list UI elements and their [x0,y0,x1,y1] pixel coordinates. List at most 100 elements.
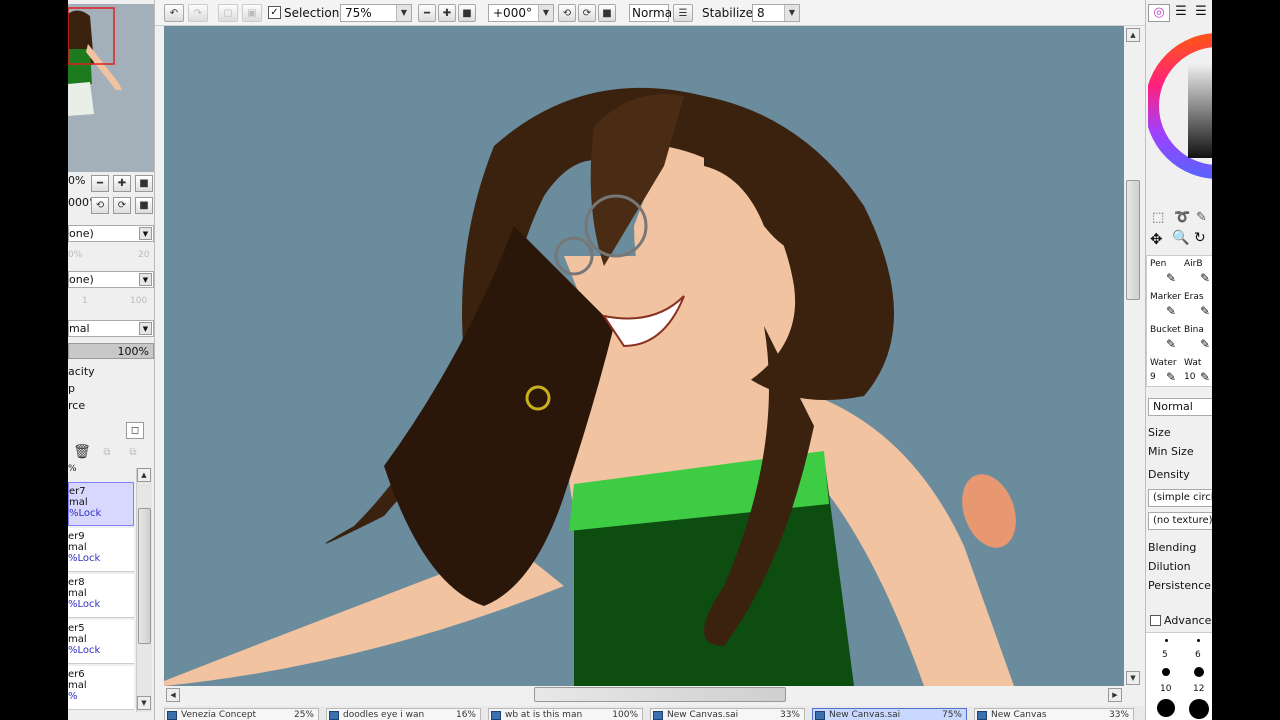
horizontal-scroll-thumb[interactable] [534,687,786,702]
preserve-opacity-option[interactable]: acity [68,365,95,378]
zoom-out-icon[interactable]: ━ [91,175,109,192]
canvas-horizontal-scrollbar[interactable]: ◀ ▶ [164,686,1141,704]
layer-lock: % [68,691,78,702]
navigator-preview[interactable] [68,4,154,172]
brush-size-palette[interactable]: 5 6 10 12 [1146,632,1212,720]
rotate-reset-icon[interactable]: ■ [598,4,616,22]
effect-select[interactable]: one) ▼ [68,271,154,288]
menu-icon[interactable]: ☰ [1192,4,1210,22]
rotate-left-icon[interactable]: ⟲ [558,4,576,22]
effect-width-field[interactable]: 1 [82,296,88,306]
brush-blend-select[interactable]: Normal [1148,398,1212,416]
layer-lock: %Lock [68,645,101,656]
layer-item[interactable]: er7 mal %Lock [68,482,134,526]
magic-wand-icon[interactable]: ✎ [1196,210,1207,225]
brush-tool[interactable]: Eras ✎ [1184,292,1212,324]
brush-tool[interactable]: Bina ✎ [1184,325,1212,357]
effect-strength-field[interactable]: 100 [130,296,147,306]
layer-item[interactable]: er5 mal %Lock [68,620,134,664]
brush-texture-select[interactable]: (no texture) [1148,512,1212,530]
rotate-reset-icon[interactable]: ■ [135,197,153,214]
brush-tool[interactable]: Pen ✎ [1150,259,1184,291]
zoom-icon[interactable]: 🔍 [1172,230,1189,246]
rotate-right-icon[interactable]: ⟳ [113,197,131,214]
brush-tool[interactable]: Water 9 ✎ [1150,358,1184,390]
layer-item[interactable]: er9 mal %Lock [68,528,134,572]
rotate-right-icon[interactable]: ⟳ [578,4,596,22]
brush-size-dot[interactable] [1157,699,1175,717]
advanced-checkbox[interactable] [1150,615,1161,626]
brush-size-dot[interactable] [1194,667,1204,677]
blending-label: Blending [1148,541,1197,554]
rotate-view-icon[interactable]: ↻ [1194,230,1206,246]
layer-blend-select[interactable]: mal ▼ [68,320,154,337]
texture-scale-field[interactable]: 0% [68,250,82,260]
canvas-file-icon [329,711,339,720]
rotation-select[interactable]: +000° ▼ [488,4,554,22]
zoom-in-icon[interactable]: ✚ [438,4,456,22]
clear-icon[interactable]: ⧉ [124,445,142,462]
stabilizer-select[interactable]: 8 ▼ [752,4,800,22]
clipping-option[interactable]: p [68,382,75,395]
canvas-tab[interactable]: Venezia Concept 25% [164,708,319,720]
opacity-value: 100% [117,345,149,358]
brush-tool-label: Marker [1150,292,1182,302]
scroll-up-icon[interactable]: ▲ [1126,28,1140,42]
scroll-left-icon[interactable]: ◀ [166,688,180,702]
flip-icon[interactable]: ☰ [673,4,693,22]
brush-tool-label: Bina [1184,325,1204,335]
brush-size-dot[interactable] [1189,699,1209,719]
zoom-reset-icon[interactable]: ■ [458,4,476,22]
deselect-icon[interactable]: ▢ [218,4,238,22]
blend-mode-button[interactable]: Normal [629,4,675,22]
brush-tool[interactable]: Marker ✎ [1150,292,1184,324]
lasso-icon[interactable]: ➰ [1174,210,1190,225]
brush-shape-select[interactable]: (simple circle [1148,489,1212,507]
rect-select-icon[interactable]: ⬚ [1152,210,1164,225]
redo-icon[interactable]: ↷ [188,4,208,22]
layer-item[interactable]: er6 mal% [68,666,134,710]
brush-tool[interactable]: Wat 10 ✎ [1184,358,1212,390]
layer-scrollbar[interactable]: ▲ ▼ [136,468,152,712]
scroll-up-icon[interactable]: ▲ [137,468,151,482]
zoom-reset-icon[interactable]: ■ [135,175,153,192]
canvas-tab[interactable]: wb at is this man 100% [488,708,643,720]
vertical-scroll-thumb[interactable] [1126,180,1140,300]
color-wheel[interactable] [1148,26,1212,196]
color-wheel-icon[interactable]: ◎ [1148,4,1170,22]
canvas-tab[interactable]: New Canvas 33% [974,708,1134,720]
menu-icon[interactable]: ☰ [1172,4,1190,22]
layer-scroll-thumb[interactable] [138,508,151,644]
drawing-canvas[interactable] [164,26,1124,686]
paper-texture-select[interactable]: one) ▼ [68,225,154,242]
scroll-down-icon[interactable]: ▼ [1126,671,1140,685]
brush-tool[interactable]: AirB ✎ [1184,259,1212,291]
zoom-out-icon[interactable]: ━ [418,4,436,22]
selection-checkbox[interactable]: ✓ [268,6,281,19]
texture-strength-field[interactable]: 20 [138,250,149,260]
scroll-right-icon[interactable]: ▶ [1108,688,1122,702]
brush-size-dot[interactable] [1165,639,1168,642]
brush-size-dot[interactable] [1197,639,1200,642]
trash-icon[interactable]: 🗑 [73,445,91,462]
source-option[interactable]: rce [68,399,85,412]
layer-mode: mal [68,634,87,645]
canvas-vertical-scrollbar[interactable]: ▲ ▼ [1125,26,1141,686]
layer-item[interactable]: er8 mal %Lock [68,574,134,618]
opacity-slider[interactable]: 100% [68,343,154,359]
new-layer-icon[interactable]: ◻ [126,422,144,439]
rotate-left-icon[interactable]: ⟲ [91,197,109,214]
brush-tool[interactable]: Bucket ✎ [1150,325,1184,357]
scroll-down-icon[interactable]: ▼ [137,696,151,710]
invert-selection-icon[interactable]: ▣ [242,4,262,22]
undo-icon[interactable]: ↶ [164,4,184,22]
zoom-in-icon[interactable]: ✚ [113,175,131,192]
merge-icon[interactable]: ⧉ [98,445,116,462]
canvas-tab-active[interactable]: New Canvas.sai 75% [812,708,967,720]
layer-mode: mal [68,542,87,553]
canvas-tab[interactable]: doodles eye i wan 16% [326,708,481,720]
brush-size-dot[interactable] [1162,668,1170,676]
move-icon[interactable]: ✥ [1150,230,1163,248]
zoom-select[interactable]: 75% ▼ [340,4,412,22]
canvas-tab[interactable]: New Canvas.sai 33% [650,708,805,720]
